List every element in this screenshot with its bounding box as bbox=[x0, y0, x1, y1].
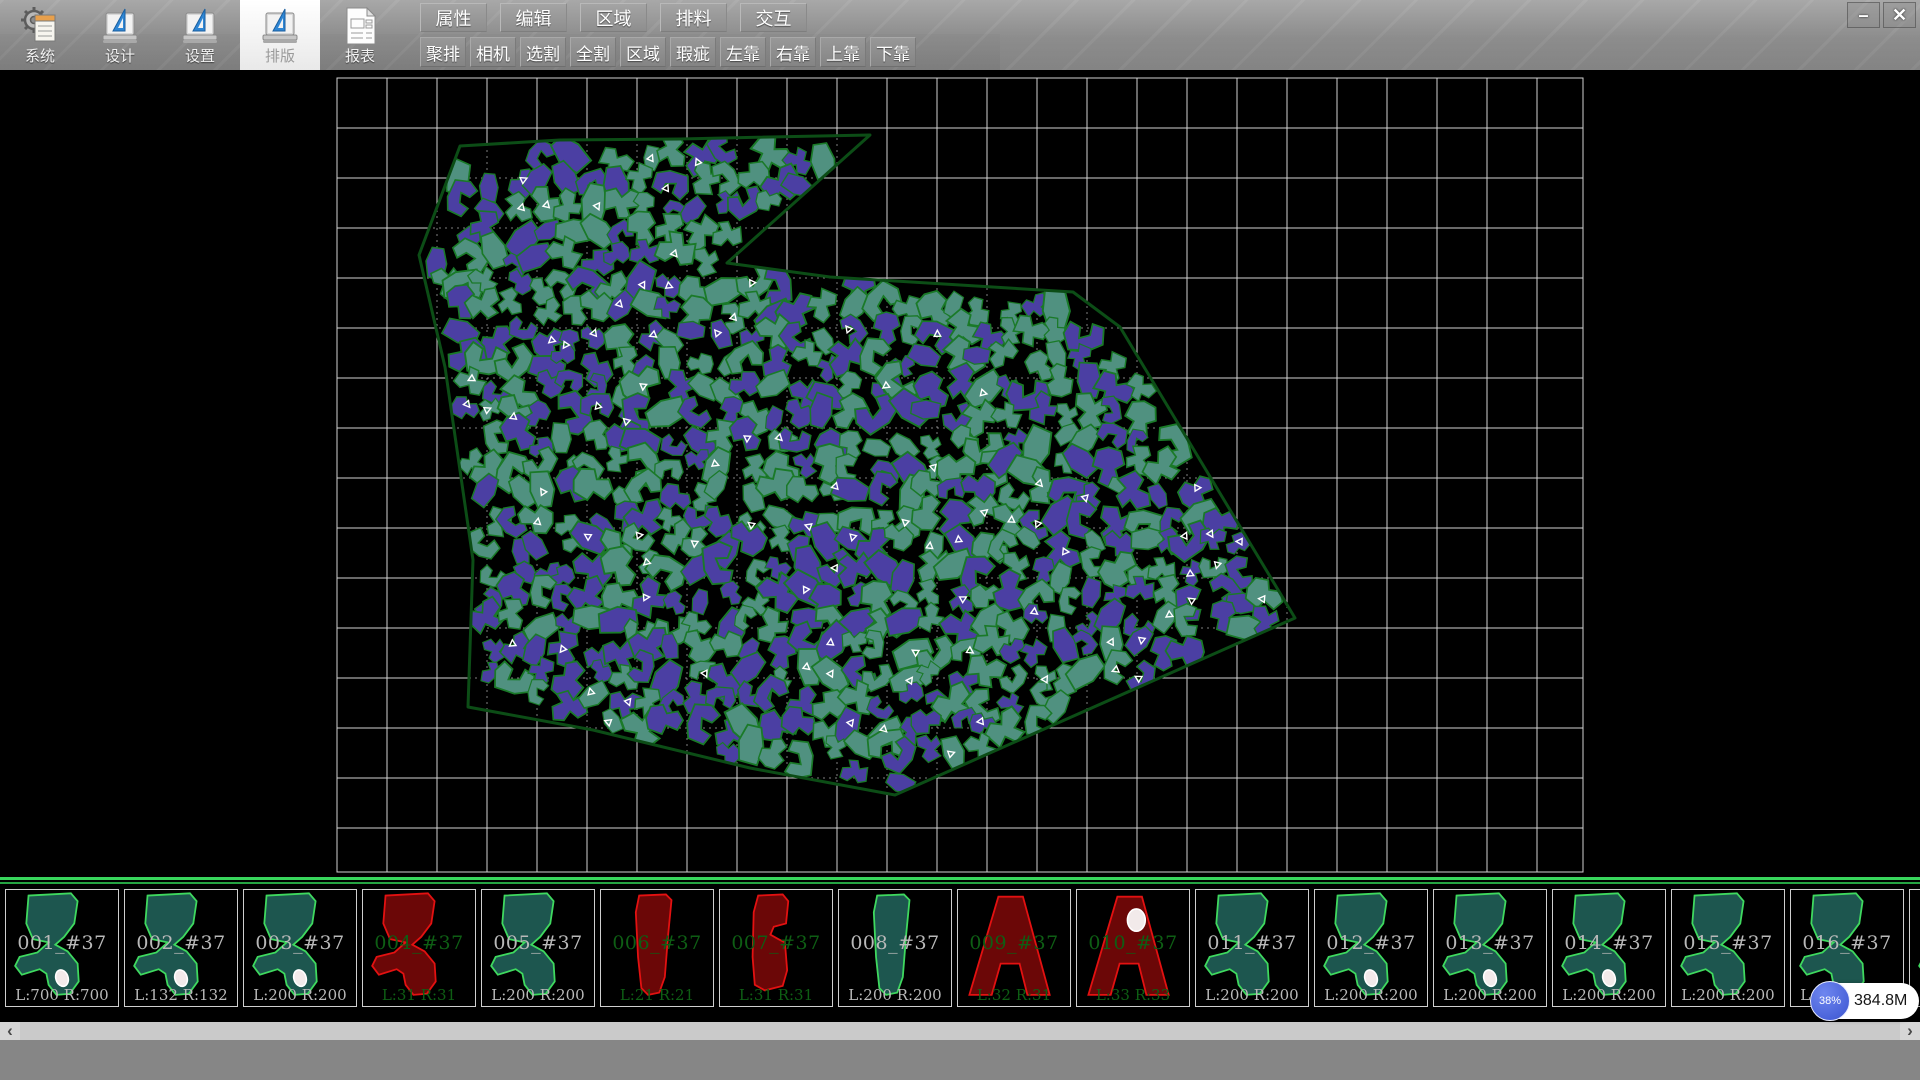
menu-tab-5[interactable]: 交互 bbox=[740, 3, 807, 32]
menu-tab-3[interactable]: 区域 bbox=[580, 3, 647, 32]
piece-shape-ashape bbox=[1077, 890, 1189, 1006]
horizontal-scrollbar[interactable]: ‹ › bbox=[0, 1022, 1920, 1040]
piece-shape-boot bbox=[1196, 890, 1308, 1006]
piece-shape-tall bbox=[601, 890, 713, 1006]
memory-usage-label: 384.8M bbox=[1854, 992, 1907, 1010]
app-button-label: 设计 bbox=[105, 48, 135, 66]
top-toolbar: 系统 设计 设置 排版 报表 属性编辑区域排料交互 聚排相机选割全割区域瑕疵左靠… bbox=[0, 0, 1920, 70]
piece-thumbnail-013_#37[interactable]: 013_#37L:200 R:200 bbox=[1433, 889, 1547, 1007]
piece-thumbnail-010_#37[interactable]: 010_#37L:33 R:33 bbox=[1076, 889, 1190, 1007]
scroll-left-icon[interactable]: ‹ bbox=[0, 1022, 20, 1040]
piece-thumbnail-005_#37[interactable]: 005_#37L:200 R:200 bbox=[481, 889, 595, 1007]
laptop-ruler-icon bbox=[258, 4, 302, 48]
piece-thumbnail-014_#37[interactable]: 014_#37L:200 R:200 bbox=[1552, 889, 1666, 1007]
piece-shape-tall bbox=[839, 890, 951, 1006]
menu-tab-row: 属性编辑区域排料交互 bbox=[420, 3, 820, 32]
piece-thumbnail-001_#37[interactable]: 001_#37L:700 R:700 bbox=[5, 889, 119, 1007]
piece-shape-boot bbox=[1672, 890, 1784, 1006]
piece-thumbnail-008_#37[interactable]: 008_#37L:200 R:200 bbox=[838, 889, 952, 1007]
tool-button-8[interactable]: 右靠 bbox=[770, 37, 816, 67]
piece-shape-boot bbox=[363, 890, 475, 1006]
piece-thumbnail-003_#37[interactable]: 003_#37L:200 R:200 bbox=[243, 889, 357, 1007]
nest-layout-drawing bbox=[0, 70, 1920, 877]
tool-button-7[interactable]: 左靠 bbox=[720, 37, 766, 67]
piece-thumbnail-006_#37[interactable]: 006_#37L:21 R:21 bbox=[600, 889, 714, 1007]
close-button[interactable]: ✕ bbox=[1883, 2, 1916, 28]
piece-thumbnail-011_#37[interactable]: 011_#37L:200 R:200 bbox=[1195, 889, 1309, 1007]
tool-button-5[interactable]: 区域 bbox=[620, 37, 666, 67]
app-button-label: 设置 bbox=[185, 48, 215, 66]
scroll-right-icon[interactable]: › bbox=[1900, 1022, 1920, 1040]
menu-tab-4[interactable]: 排料 bbox=[660, 3, 727, 32]
report-doc-icon bbox=[338, 4, 382, 48]
strip-separator-line bbox=[0, 882, 1920, 884]
bottom-bar bbox=[0, 1040, 1920, 1080]
app-button-4[interactable]: 排版 bbox=[240, 0, 320, 70]
piece-thumbnail-009_#37[interactable]: 009_#37L:32 R:31 bbox=[957, 889, 1071, 1007]
tool-button-2[interactable]: 相机 bbox=[470, 37, 516, 67]
piece-shape-boot bbox=[6, 890, 118, 1006]
piece-shape-boot bbox=[244, 890, 356, 1006]
app-button-5[interactable]: 报表 bbox=[320, 0, 400, 70]
piece-thumbnail-012_#37[interactable]: 012_#37L:200 R:200 bbox=[1314, 889, 1428, 1007]
piece-shape-boot bbox=[1315, 890, 1427, 1006]
window-controls: – ✕ bbox=[1844, 2, 1916, 28]
nesting-canvas[interactable] bbox=[0, 70, 1920, 877]
app-mode-buttons: 系统 设计 设置 排版 报表 bbox=[0, 0, 400, 70]
app-button-2[interactable]: 设计 bbox=[80, 0, 160, 70]
app-button-label: 排版 bbox=[265, 48, 295, 66]
app-button-3[interactable]: 设置 bbox=[160, 0, 240, 70]
thumbnail-row: 001_#37L:700 R:700002_#37L:132 R:132003_… bbox=[5, 889, 1920, 1007]
piece-thumbnail-strip: 001_#37L:700 R:700002_#37L:132 R:132003_… bbox=[0, 877, 1920, 1010]
piece-shape-ashape bbox=[958, 890, 1070, 1006]
menu-button-row: 聚排相机选割全割区域瑕疵左靠右靠上靠下靠 bbox=[420, 37, 920, 67]
tool-button-10[interactable]: 下靠 bbox=[870, 37, 916, 67]
menu-tab-2[interactable]: 编辑 bbox=[500, 3, 567, 32]
piece-thumbnail-002_#37[interactable]: 002_#37L:132 R:132 bbox=[124, 889, 238, 1007]
memory-status-badge: 38% 384.8M bbox=[1812, 983, 1919, 1019]
laptop-ruler-icon bbox=[98, 4, 142, 48]
app-button-1[interactable]: 系统 bbox=[0, 0, 80, 70]
piece-shape-boot bbox=[1553, 890, 1665, 1006]
gear-notepad-icon bbox=[18, 4, 62, 48]
progress-percent-badge: 38% bbox=[1810, 981, 1850, 1021]
tool-button-1[interactable]: 聚排 bbox=[420, 37, 466, 67]
piece-shape-boot bbox=[125, 890, 237, 1006]
piece-shape-boot bbox=[482, 890, 594, 1006]
tool-button-9[interactable]: 上靠 bbox=[820, 37, 866, 67]
piece-shape-boot bbox=[1434, 890, 1546, 1006]
piece-thumbnail-015_#37[interactable]: 015_#37L:200 R:200 bbox=[1671, 889, 1785, 1007]
tool-button-6[interactable]: 瑕疵 bbox=[670, 37, 716, 67]
menu-tab-1[interactable]: 属性 bbox=[420, 3, 487, 32]
app-button-label: 系统 bbox=[25, 48, 55, 66]
tool-button-3[interactable]: 选割 bbox=[520, 37, 566, 67]
minimize-button[interactable]: – bbox=[1847, 2, 1880, 28]
piece-thumbnail-007_#37[interactable]: 007_#37L:31 R:31 bbox=[719, 889, 833, 1007]
piece-shape-cshape bbox=[720, 890, 832, 1006]
piece-thumbnail-004_#37[interactable]: 004_#37L:31 R:31 bbox=[362, 889, 476, 1007]
app-button-label: 报表 bbox=[345, 48, 375, 66]
tool-button-4[interactable]: 全割 bbox=[570, 37, 616, 67]
laptop-ruler-icon bbox=[178, 4, 222, 48]
